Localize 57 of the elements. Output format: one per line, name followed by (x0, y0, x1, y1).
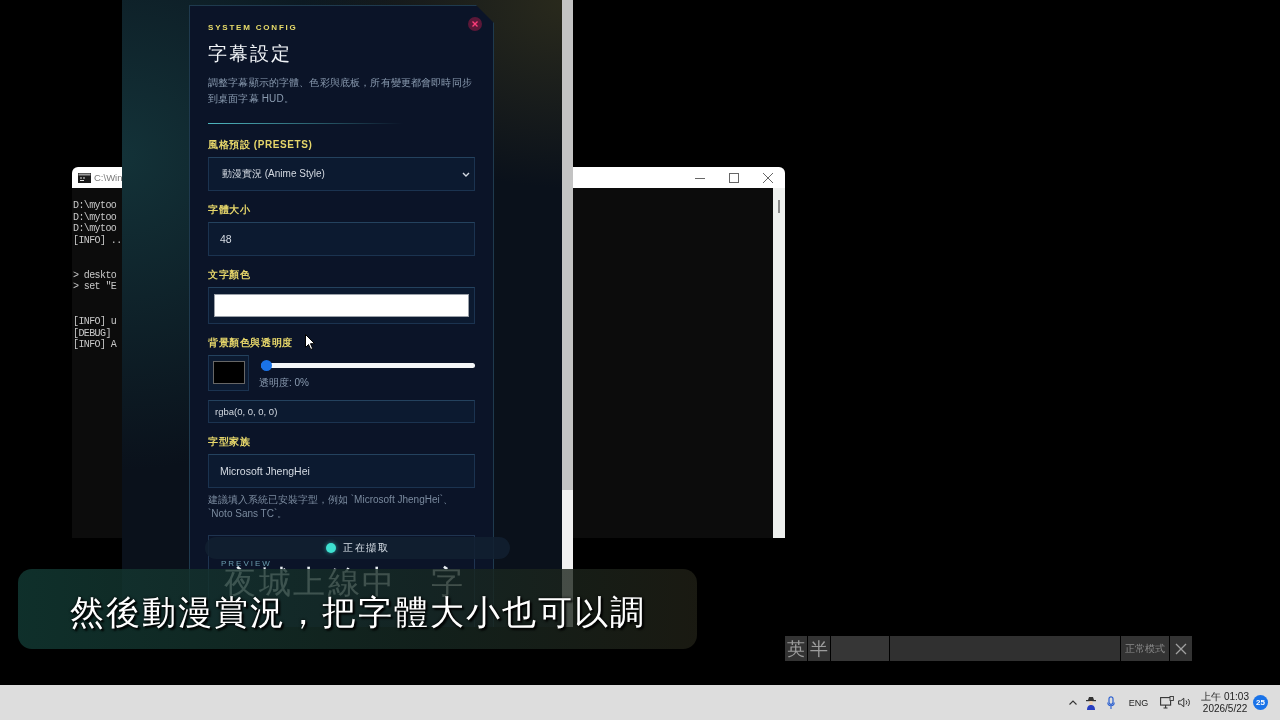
panel-title: 字幕設定 (208, 42, 292, 66)
speaker-icon[interactable] (1178, 697, 1192, 708)
console-line: [INFO] A (73, 339, 117, 351)
hint-text: 建議填入系統已安裝字型，例如 `Microsoft JhengHei`、`Noto Sans TC`。 (208, 493, 455, 521)
close-button[interactable] (468, 17, 482, 31)
scrollbar-thumb[interactable] (562, 0, 573, 490)
status-dot-icon (326, 543, 336, 553)
panel-eyebrow: SYSTEM CONFIG (208, 22, 298, 34)
chevron-down-icon (462, 171, 470, 177)
microphone-icon[interactable] (1106, 695, 1115, 710)
console-line: D:\mytoo (73, 223, 117, 235)
mouse-pointer-icon (305, 334, 315, 350)
console-line: > deskto (73, 269, 117, 281)
color-picker[interactable] (208, 287, 475, 324)
opacity-reading: 透明度: 0% (259, 377, 309, 389)
field-label: 背景顏色與透明度 (208, 337, 293, 349)
scrollbar-thumb[interactable] (778, 200, 780, 213)
opacity-slider[interactable] (261, 360, 475, 371)
ime-mode-button[interactable]: 正常模式 (1121, 636, 1169, 661)
field-label: 文字顏色 (208, 269, 251, 281)
field-label: 風格預設 (PRESETS) (208, 139, 313, 151)
maximize-icon (729, 172, 739, 183)
console-line: [INFO] u (73, 315, 117, 328)
ime-key[interactable]: 英 (785, 636, 807, 661)
text-input[interactable]: rgba(0, 0, 0, 0) (208, 400, 475, 423)
chevron-up-icon[interactable] (1068, 700, 1077, 705)
console-line: > set "E (73, 281, 117, 293)
close-icon (472, 21, 478, 27)
close-icon (1175, 642, 1187, 655)
close-button[interactable] (1170, 636, 1192, 661)
color-picker[interactable] (208, 355, 249, 391)
status-text: 正在擷取 (343, 541, 389, 555)
window-title: C:\Win (94, 172, 123, 183)
console-line: D:\mytoo (73, 211, 117, 223)
panel-description: 調整字幕顯示的字體、色彩與底板，所有變更都會即時同步到桌面字幕 HUD。 (208, 76, 473, 106)
language-indicator[interactable]: ENG (1128, 697, 1149, 708)
clock[interactable]: 上午 01:03 2026/5/22 (1201, 690, 1249, 715)
text-input[interactable]: 48 (208, 222, 475, 256)
subtitle-text: 然後動漫賞況，把字體大小也可以調 (70, 596, 646, 628)
field-label: 字型家族 (208, 436, 251, 448)
field-label: 字體大小 (208, 204, 251, 216)
preset-dropdown[interactable]: 動漫實況 (Anime Style) (208, 157, 475, 191)
ime-key[interactable]: 半 (808, 636, 830, 661)
console-icon (78, 172, 91, 183)
close-icon (763, 172, 773, 183)
clock-date: 2026/5/22 (1202, 702, 1248, 715)
text-input[interactable]: Microsoft JhengHei (208, 454, 475, 488)
scrollbar[interactable] (773, 188, 785, 538)
console-line: D:\mytoo (73, 200, 117, 212)
console-line: [DEBUG] (73, 327, 111, 339)
preview-text: 夜城上線中 字 (224, 568, 466, 596)
clock-time: 上午 01:03 (1201, 690, 1249, 703)
console-line: [INFO] .. (73, 234, 122, 247)
figure-icon[interactable] (1084, 695, 1097, 710)
monitor-icon[interactable] (1160, 696, 1175, 709)
slider-thumb[interactable] (261, 360, 272, 371)
notification-badge[interactable]: 25 (1253, 695, 1268, 710)
